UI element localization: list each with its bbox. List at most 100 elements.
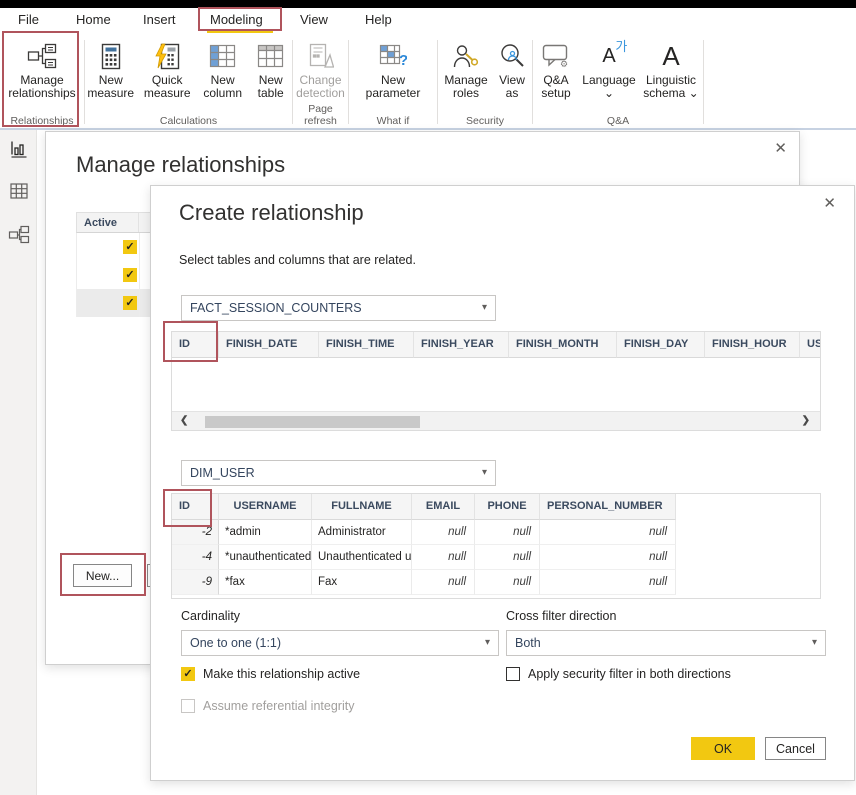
table-cell: null bbox=[540, 545, 676, 570]
create-relationship-dialog: ✕ Create relationship Select tables and … bbox=[150, 185, 855, 781]
make-active-checkbox[interactable]: ✓ bbox=[181, 667, 195, 681]
security-filter-checkbox[interactable] bbox=[506, 667, 520, 681]
button-label: Linguistic schema ⌄ bbox=[640, 74, 702, 100]
table-row: -9 *fax Fax null null null bbox=[172, 570, 676, 595]
active-checkbox[interactable]: ✓ bbox=[123, 268, 137, 282]
button-label: Language ⌄ bbox=[580, 74, 638, 100]
table-cell: null bbox=[475, 520, 540, 545]
table-cell: Administrator bbox=[312, 520, 412, 545]
horizontal-scrollbar[interactable]: ❮ ❯ bbox=[172, 411, 820, 431]
language-icon: A가 bbox=[602, 38, 615, 74]
table2-select-dropdown[interactable]: DIM_USER ▾ bbox=[181, 460, 496, 486]
make-active-option[interactable]: ✓ Make this relationship active bbox=[181, 667, 360, 681]
cancel-button[interactable]: Cancel bbox=[765, 737, 826, 760]
column-header-phone[interactable]: PHONE bbox=[475, 494, 540, 520]
menu-tab-insert[interactable]: Insert bbox=[143, 12, 176, 27]
table1-select-dropdown[interactable]: FACT_SESSION_COUNTERS ▾ bbox=[181, 295, 496, 321]
scroll-left-icon[interactable]: ❮ bbox=[180, 415, 188, 426]
group-label-page-refresh: Page refresh bbox=[293, 103, 348, 127]
menu-tab-view[interactable]: View bbox=[300, 12, 328, 27]
cross-filter-dropdown[interactable]: Both ▾ bbox=[506, 630, 826, 656]
ribbon-group-page-refresh: Change detection Page refresh bbox=[293, 36, 348, 130]
qa-setup-button[interactable]: ⚙ Q&A setup bbox=[534, 38, 578, 100]
cardinality-dropdown[interactable]: One to one (1:1) ▾ bbox=[181, 630, 499, 656]
active-checkbox[interactable]: ✓ bbox=[123, 296, 137, 310]
report-view-icon[interactable] bbox=[8, 138, 30, 160]
column-header-id[interactable]: ID bbox=[172, 332, 219, 358]
column-header-email[interactable]: EMAIL bbox=[412, 494, 475, 520]
menu-tab-help[interactable]: Help bbox=[365, 12, 392, 27]
linguistic-schema-button[interactable]: A Linguistic schema ⌄ bbox=[640, 38, 702, 100]
table-cell: Unauthenticated user bbox=[312, 545, 412, 570]
manage-relationships-button[interactable]: Manage relationships bbox=[4, 38, 80, 100]
column-header-id[interactable]: ID bbox=[172, 494, 219, 520]
group-label-security: Security bbox=[438, 115, 532, 127]
column-header-finish-hour[interactable]: FINISH_HOUR bbox=[705, 332, 800, 358]
checkbox-label: Assume referential integrity bbox=[203, 699, 354, 713]
new-measure-icon bbox=[100, 38, 122, 74]
group-label-relationships: Relationships bbox=[0, 115, 84, 127]
ribbon-group-qa: ⚙ Q&A setup A가 Language ⌄ A bbox=[533, 36, 703, 130]
checkbox-label: Apply security filter in both directions bbox=[528, 667, 731, 681]
window-titlebar bbox=[0, 0, 856, 8]
column-header-finish-month[interactable]: FINISH_MONTH bbox=[509, 332, 617, 358]
model-view-icon[interactable] bbox=[8, 223, 30, 245]
view-sidebar bbox=[0, 130, 37, 795]
scrollbar-thumb[interactable] bbox=[205, 416, 420, 428]
security-filter-option[interactable]: Apply security filter in both directions bbox=[506, 667, 731, 681]
new-measure-button[interactable]: New measure bbox=[85, 38, 136, 100]
manage-roles-button[interactable]: Manage roles bbox=[440, 38, 492, 100]
table-cell: null bbox=[540, 520, 676, 545]
column-header-username[interactable]: USERNAME bbox=[219, 494, 312, 520]
new-column-button[interactable]: New column bbox=[198, 38, 248, 100]
view-as-button[interactable]: View as bbox=[494, 38, 530, 100]
button-label: Quick measure bbox=[138, 74, 195, 100]
column-header-personal-number[interactable]: PERSONAL_NUMBER bbox=[540, 494, 676, 520]
language-button[interactable]: A가 Language ⌄ bbox=[580, 38, 638, 100]
menu-tab-home[interactable]: Home bbox=[76, 12, 111, 27]
data-view-icon[interactable] bbox=[8, 180, 30, 202]
table-cell: Fax bbox=[312, 570, 412, 595]
ok-button[interactable]: OK bbox=[691, 737, 755, 760]
new-relationship-button[interactable]: New... bbox=[73, 564, 132, 587]
cross-filter-label: Cross filter direction bbox=[506, 609, 616, 623]
column-header-fullname[interactable]: FULLNAME bbox=[312, 494, 412, 520]
cross-filter-value: Both bbox=[515, 636, 541, 650]
table-cell: *unauthenticated bbox=[219, 545, 312, 570]
table2-select-value: DIM_USER bbox=[190, 466, 255, 480]
button-label: Q&A setup bbox=[534, 74, 578, 100]
table-row: -2 *admin Administrator null null null bbox=[172, 520, 676, 545]
chevron-down-icon: ▾ bbox=[485, 631, 490, 655]
close-icon[interactable]: ✕ bbox=[774, 141, 787, 156]
fact-table-body bbox=[172, 358, 820, 411]
column-header-finish-time[interactable]: FINISH_TIME bbox=[319, 332, 414, 358]
menu-tab-file[interactable]: File bbox=[18, 12, 39, 27]
chevron-down-icon: ▾ bbox=[482, 461, 487, 485]
linguistic-schema-icon: A bbox=[662, 38, 679, 74]
svg-text:⚙: ⚙ bbox=[560, 60, 568, 69]
ribbon-group-security: Manage roles View as bbox=[438, 36, 532, 130]
new-table-icon bbox=[257, 38, 284, 74]
menu-tab-modeling[interactable]: Modeling bbox=[210, 12, 263, 27]
button-label: New column bbox=[198, 74, 248, 100]
ribbon: File Home Insert Modeling View Help bbox=[0, 8, 856, 130]
close-icon[interactable]: ✕ bbox=[823, 196, 836, 211]
group-label-what-if: What if bbox=[349, 115, 437, 127]
manage-roles-icon bbox=[453, 38, 479, 74]
table-cell: null bbox=[475, 570, 540, 595]
create-dialog-subtitle: Select tables and columns that are relat… bbox=[179, 253, 416, 267]
manage-dialog-title: Manage relationships bbox=[76, 152, 285, 178]
column-header-finish-day[interactable]: FINISH_DAY bbox=[617, 332, 705, 358]
referential-integrity-checkbox bbox=[181, 699, 195, 713]
new-parameter-button[interactable]: ? New parameter bbox=[360, 38, 426, 100]
new-table-button[interactable]: New table bbox=[249, 38, 292, 100]
column-header-finish-date[interactable]: FINISH_DATE bbox=[219, 332, 319, 358]
active-checkbox[interactable]: ✓ bbox=[123, 240, 137, 254]
dim-user-table-preview: ID USERNAME FULLNAME EMAIL PHONE PERSONA… bbox=[171, 493, 821, 599]
column-header-finish-year[interactable]: FINISH_YEAR bbox=[414, 332, 509, 358]
qa-setup-icon: ⚙ bbox=[542, 38, 570, 74]
column-header-user-id[interactable]: USER_ID bbox=[800, 332, 820, 358]
quick-measure-button[interactable]: Quick measure bbox=[138, 38, 195, 100]
button-label: Manage relationships bbox=[4, 74, 80, 100]
scroll-right-icon[interactable]: ❯ bbox=[802, 415, 810, 426]
